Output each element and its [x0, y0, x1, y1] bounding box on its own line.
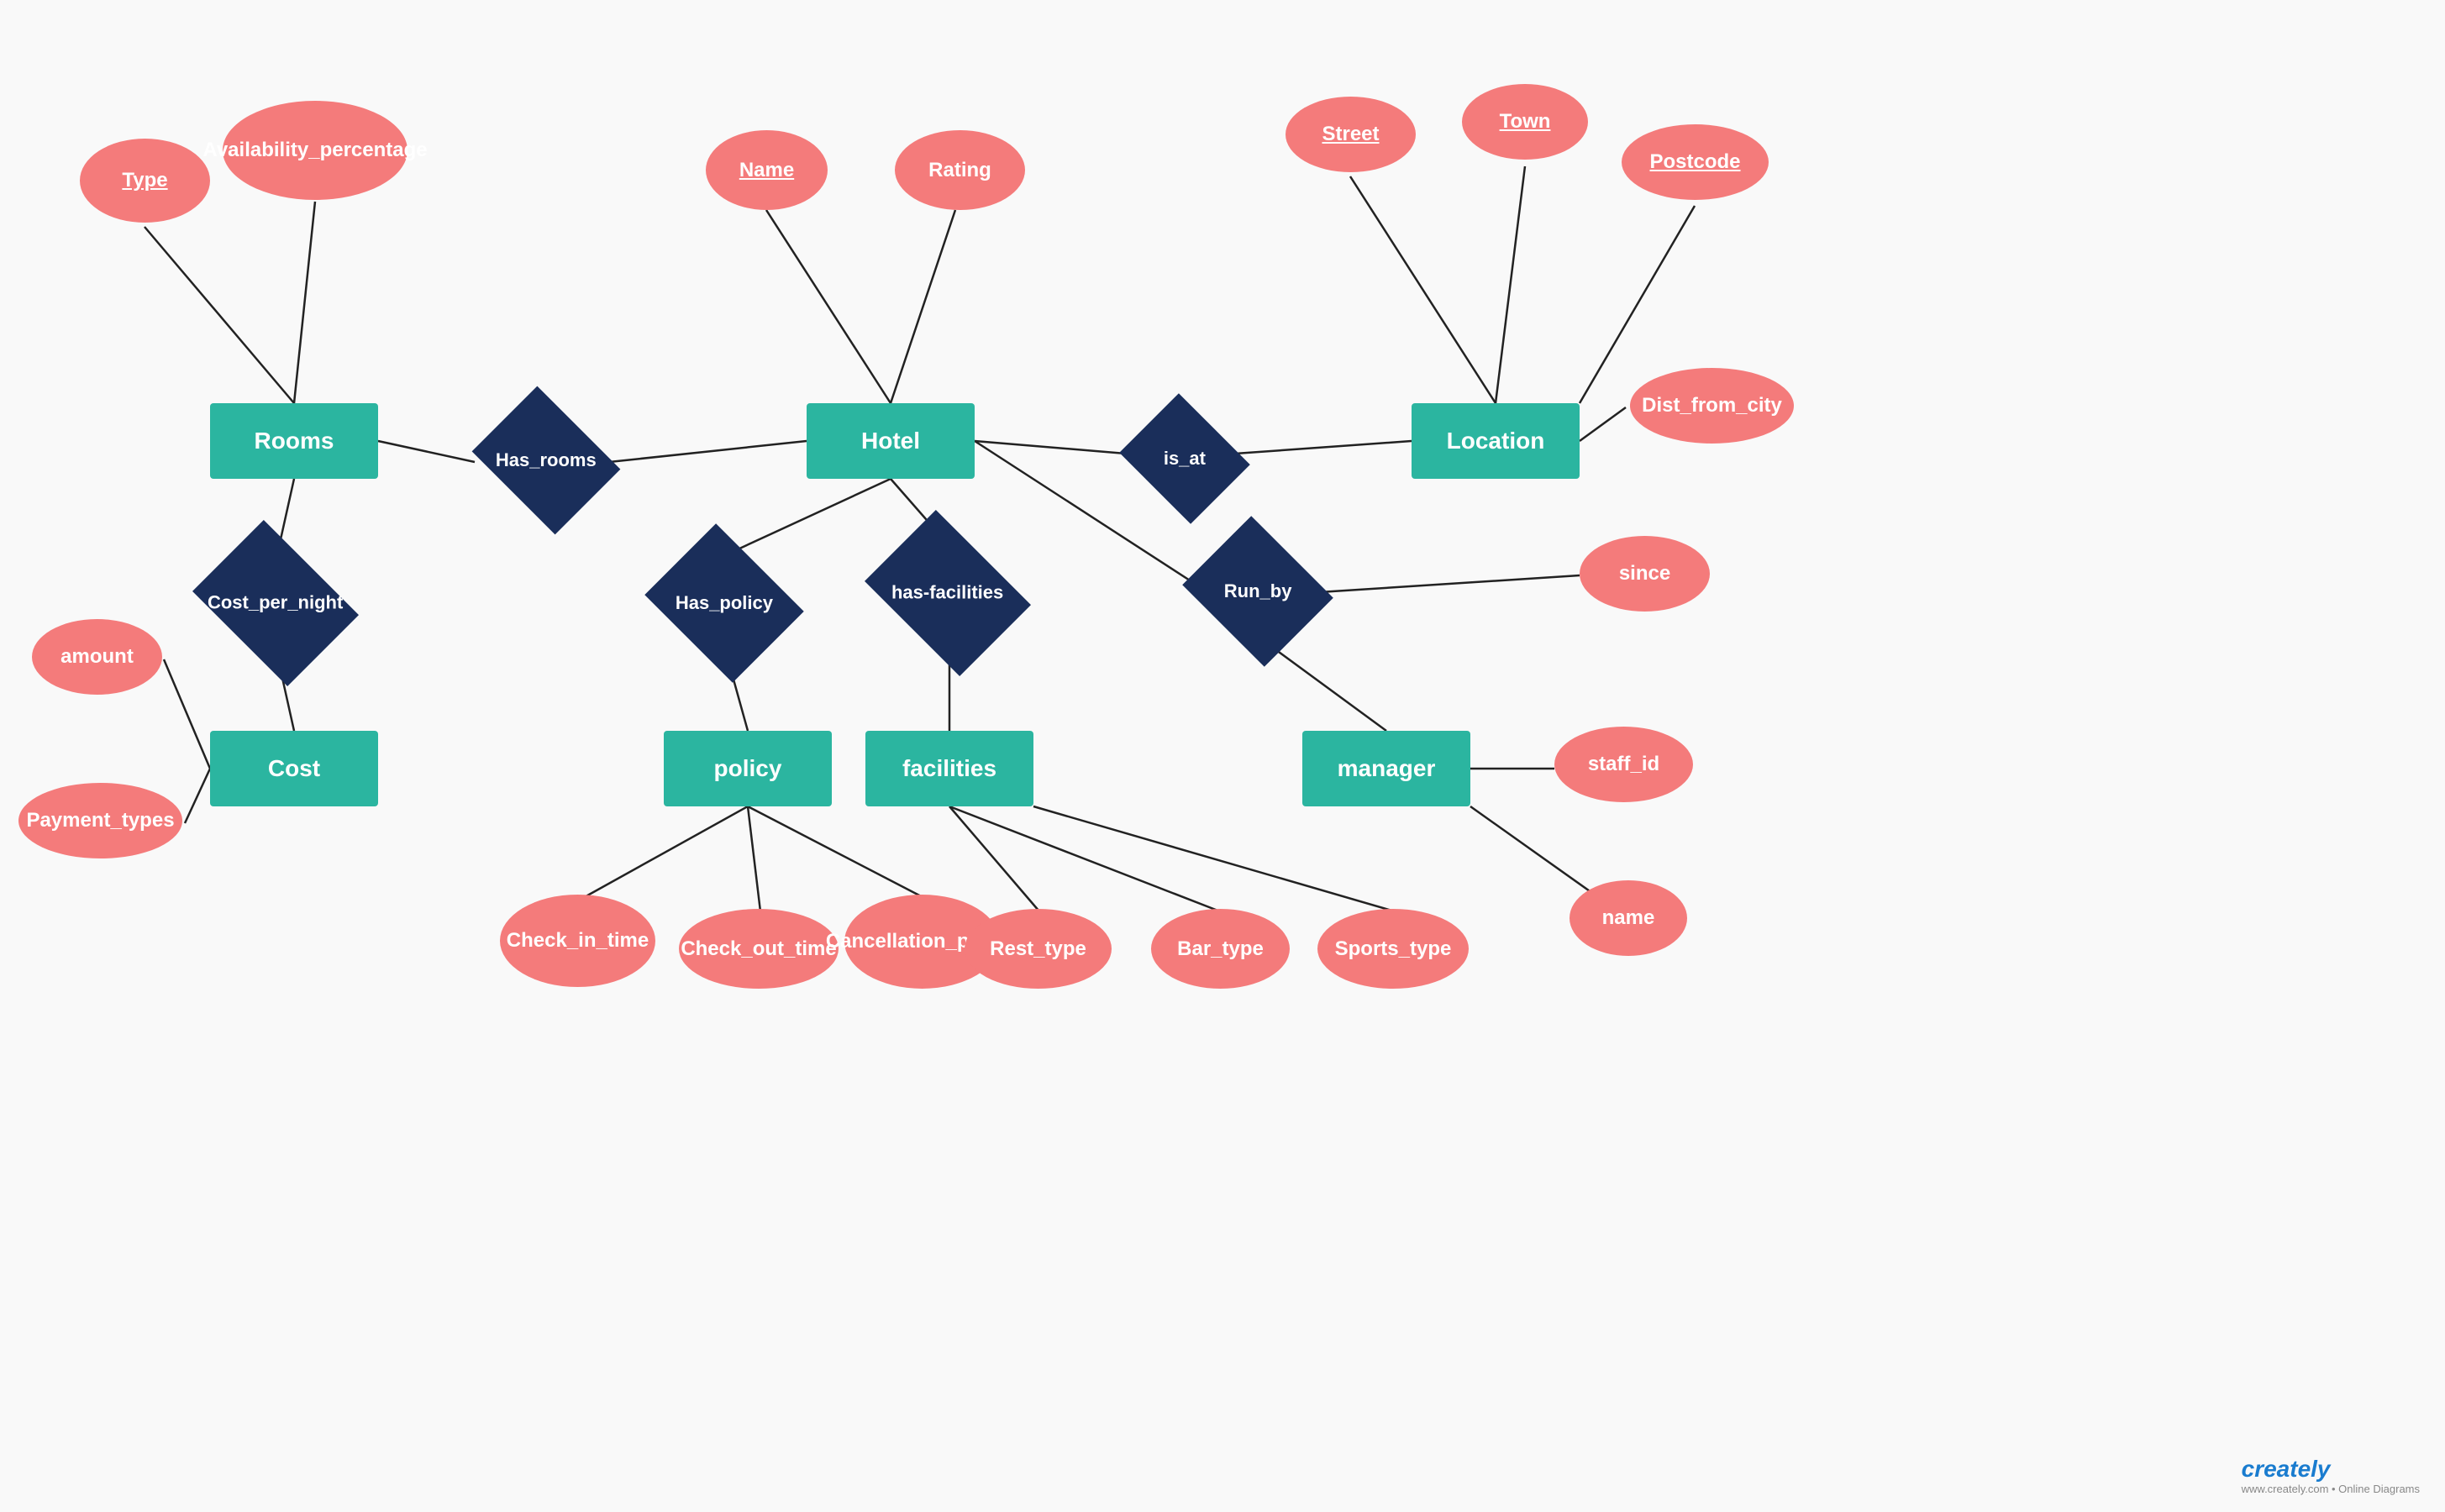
- attr-street: Street: [1286, 97, 1416, 172]
- attr-since: since: [1580, 536, 1710, 612]
- attr-name-manager: name: [1570, 880, 1687, 956]
- attr-rating: Rating: [895, 130, 1025, 210]
- attr-check-out-time: Check_out_time: [679, 909, 839, 989]
- relation-has-policy: Has_policy: [644, 523, 804, 683]
- attr-sports-type: Sports_type: [1317, 909, 1469, 989]
- entity-manager: manager: [1302, 731, 1470, 806]
- entity-rooms: Rooms: [210, 403, 378, 479]
- attr-amount: amount: [32, 619, 162, 695]
- entity-facilities: facilities: [865, 731, 1033, 806]
- entity-cost: Cost: [210, 731, 378, 806]
- watermark: creately www.creately.com • Online Diagr…: [2242, 1456, 2420, 1495]
- diagram-container: Rooms Hotel Location Cost policy facilit…: [0, 0, 2445, 1512]
- entity-location: Location: [1412, 403, 1580, 479]
- relation-has-rooms: Has_rooms: [472, 386, 621, 535]
- relation-is-at: is_at: [1119, 393, 1250, 524]
- attr-name-hotel: Name: [706, 130, 828, 210]
- attr-availability-percentage: Availability_percentage: [223, 101, 408, 200]
- relation-cost-per-night: Cost_per_night: [192, 520, 359, 686]
- attr-dist-from-city: Dist_from_city: [1630, 368, 1794, 444]
- entity-hotel: Hotel: [807, 403, 975, 479]
- attr-rest-type: Rest_type: [965, 909, 1112, 989]
- relation-run-by: Run_by: [1182, 516, 1333, 667]
- attr-payment-types: Payment_types: [18, 783, 182, 858]
- entity-policy: policy: [664, 731, 832, 806]
- relation-has-facilities: has-facilities: [865, 510, 1031, 676]
- attr-bar-type: Bar_type: [1151, 909, 1290, 989]
- attr-type: Type: [80, 139, 210, 223]
- attr-postcode: Postcode: [1622, 124, 1769, 200]
- attr-staff-id: staff_id: [1554, 727, 1693, 802]
- attr-check-in-time: Check_in_time: [500, 895, 655, 987]
- attr-town: Town: [1462, 84, 1588, 160]
